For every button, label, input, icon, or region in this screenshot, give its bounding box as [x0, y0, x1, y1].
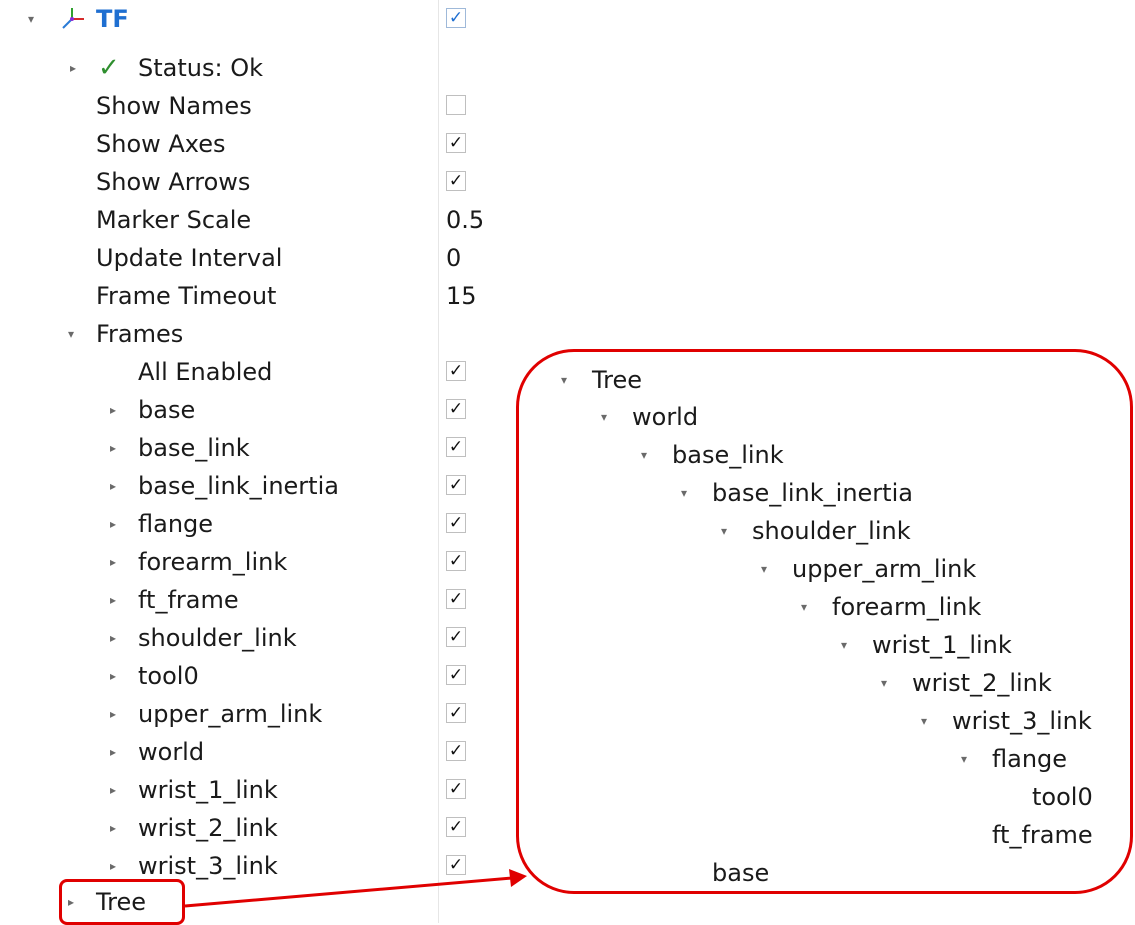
tree-node: flange	[992, 745, 1068, 773]
expand-arrow-icon[interactable]: ▾	[881, 664, 887, 702]
expand-arrow-icon[interactable]: ▾	[801, 588, 807, 626]
tree-node: base	[712, 859, 770, 887]
tree-node: base_link_inertia	[712, 479, 913, 507]
expand-arrow-icon[interactable]: ▾	[961, 740, 967, 778]
expand-arrow-icon[interactable]: ▾	[561, 361, 567, 399]
expand-arrow-icon[interactable]: ▾	[601, 398, 607, 436]
tree-node: forearm_link	[832, 593, 982, 621]
expand-arrow-icon[interactable]: ▾	[761, 550, 767, 588]
tree-root-label: Tree	[592, 366, 643, 394]
tree-node: base_link	[672, 441, 784, 469]
tree-node: ft_frame	[992, 821, 1093, 849]
tree-node: upper_arm_link	[792, 555, 977, 583]
tree-node: tool0	[1032, 783, 1093, 811]
tree-node: wrist_1_link	[872, 631, 1012, 659]
tree-node: world	[632, 403, 699, 431]
expand-arrow-icon[interactable]: ▾	[721, 512, 727, 550]
tree-node: wrist_3_link	[952, 707, 1092, 735]
expand-arrow-icon[interactable]: ▾	[921, 702, 927, 740]
expand-arrow-icon[interactable]: ▾	[841, 626, 847, 664]
tree-node: shoulder_link	[752, 517, 911, 545]
expand-arrow-icon[interactable]: ▾	[681, 474, 687, 512]
tree-node: wrist_2_link	[912, 669, 1052, 697]
expand-arrow-icon[interactable]: ▾	[641, 436, 647, 474]
